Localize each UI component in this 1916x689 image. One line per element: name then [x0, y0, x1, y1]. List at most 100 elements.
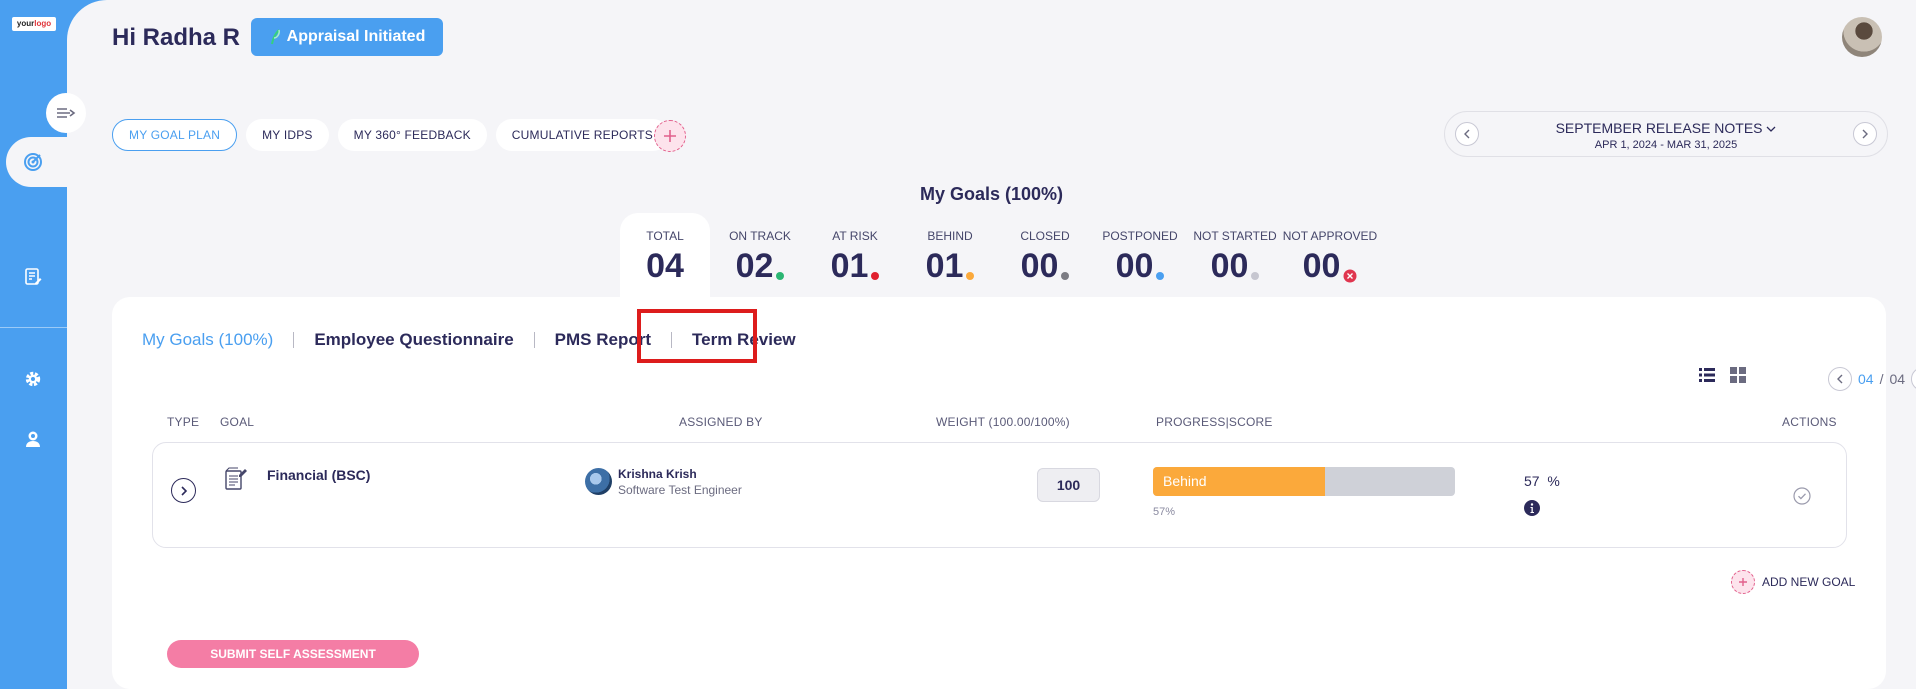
stat-on-track[interactable]: ON TRACK 02 — [710, 229, 810, 286]
chevron-right-icon — [1862, 129, 1868, 139]
column-header-assigned-by: ASSIGNED BY — [679, 415, 763, 429]
stat-postponed[interactable]: POSTPONED 00 — [1090, 229, 1190, 286]
goal-type-icon-wrap — [223, 467, 249, 496]
greeting: Hi Radha R — [112, 24, 241, 51]
stat-value: 00 — [1210, 247, 1249, 285]
stat-label: NOT APPROVED — [1282, 229, 1378, 243]
user-avatar[interactable] — [1842, 17, 1882, 57]
weight-value[interactable]: 100 — [1037, 468, 1100, 502]
collapse-menu-icon — [57, 108, 76, 118]
chevron-left-icon — [1837, 374, 1843, 384]
column-header-weight: WEIGHT (100.00/100%) — [936, 415, 1070, 429]
my-goals-heading: My Goals (100%) — [919, 184, 1064, 204]
stat-value: 01 — [830, 247, 869, 285]
status-dot — [1251, 272, 1260, 280]
goal-name[interactable]: Financial (BSC) — [267, 467, 370, 483]
add-tab-button[interactable] — [654, 120, 686, 152]
stat-total[interactable]: TOTAL 04 — [615, 229, 715, 286]
page-separator: / — [1879, 371, 1884, 387]
top-tabs: MY GOAL PLAN MY IDPS MY 360° FEEDBACK CU… — [112, 119, 669, 151]
release-notes-title[interactable]: SEPTEMBER RELEASE NOTES — [1445, 120, 1887, 136]
approve-action-button[interactable] — [1793, 487, 1811, 510]
sidebar-item-profile[interactable] — [22, 428, 44, 450]
score-unit: % — [1547, 473, 1560, 489]
assignee-name: Krishna Krish — [618, 467, 697, 481]
stat-value: 02 — [735, 247, 774, 285]
sidebar-toggle-button[interactable] — [46, 93, 86, 133]
progress-percent-label: 57% — [1153, 506, 1176, 518]
info-button[interactable] — [1524, 500, 1540, 521]
sidebar-item-settings[interactable] — [22, 368, 44, 390]
status-dot — [1061, 272, 1070, 280]
goal-document-icon — [225, 467, 247, 490]
chevron-down-icon — [1766, 126, 1776, 132]
stat-value: 04 — [646, 247, 684, 285]
progress-bar: Behind — [1153, 467, 1455, 496]
tab-separator — [533, 332, 535, 348]
appraisal-initiated-button[interactable]: Appraisal Initiated — [251, 18, 443, 56]
sidebar-item-goals[interactable] — [6, 137, 86, 187]
tab-cumulative-reports[interactable]: CUMULATIVE REPORTS — [495, 119, 669, 151]
info-icon — [1524, 500, 1540, 516]
page-next-button[interactable] — [1911, 367, 1916, 391]
column-header-progress: PROGRESS|SCORE — [1156, 415, 1273, 429]
sidebar-item-reviews[interactable] — [22, 266, 44, 288]
stat-value: 01 — [925, 247, 964, 285]
term-review-highlight — [637, 309, 757, 363]
close-circle-icon — [1343, 269, 1357, 283]
submit-self-assessment-button[interactable]: SUBMIT SELF ASSESSMENT — [167, 640, 419, 668]
tab-my-goal-plan[interactable]: MY GOAL PLAN — [112, 119, 238, 151]
tab-separator — [293, 332, 295, 348]
stat-at-risk[interactable]: AT RISK 01 — [805, 229, 905, 286]
leaf-icon — [270, 29, 280, 45]
stat-label: AT RISK — [832, 229, 878, 243]
status-dot — [1156, 272, 1165, 280]
release-notes-panel: SEPTEMBER RELEASE NOTES APR 1, 2024 - MA… — [1444, 111, 1888, 157]
stat-label: BEHIND — [927, 229, 973, 243]
add-new-goal-button[interactable]: ADD NEW GOAL — [1731, 570, 1855, 594]
list-view-button[interactable] — [1699, 367, 1715, 388]
tab-my-360-feedback[interactable]: MY 360° FEEDBACK — [337, 119, 487, 151]
main-content: Hi Radha R Appraisal Initiated MY GOAL P… — [67, 0, 1916, 689]
gear-icon — [25, 371, 41, 387]
grid-view-button[interactable] — [1730, 367, 1746, 388]
stat-label: CLOSED — [1020, 229, 1070, 243]
page-prev-button[interactable] — [1828, 367, 1852, 391]
edit-document-icon — [25, 268, 42, 285]
stat-label: TOTAL — [646, 229, 684, 243]
page-total: 04 — [1889, 371, 1906, 387]
table-row[interactable]: Financial (BSC) Krishna Krish Software T… — [152, 442, 1847, 548]
tab-my-idps[interactable]: MY IDPS — [246, 119, 329, 151]
check-circle-icon — [1793, 487, 1811, 505]
stat-not-started[interactable]: NOT STARTED 00 — [1185, 229, 1285, 286]
column-header-goal: GOAL — [220, 415, 255, 429]
page-current: 04 — [1858, 371, 1874, 387]
stat-label: POSTPONED — [1102, 229, 1178, 243]
column-header-actions: ACTIONS — [1782, 415, 1837, 429]
sidebar-divider — [0, 327, 67, 328]
progress-status: Behind — [1163, 473, 1207, 489]
stat-value: 00 — [1115, 247, 1154, 285]
stat-behind[interactable]: BEHIND 01 — [900, 229, 1000, 286]
stat-not-approved[interactable]: NOT APPROVED 00 — [1280, 229, 1380, 286]
stat-label: ON TRACK — [729, 229, 791, 243]
release-next-button[interactable] — [1853, 122, 1877, 146]
add-goal-circle — [1731, 570, 1755, 594]
plus-icon — [664, 130, 676, 142]
score-value: 57 % — [1524, 473, 1560, 489]
stat-closed[interactable]: CLOSED 00 — [995, 229, 1095, 286]
subtab-employee-questionnaire[interactable]: Employee Questionnaire — [314, 330, 513, 350]
release-notes-dates: APR 1, 2024 - MAR 31, 2025 — [1594, 139, 1738, 151]
user-icon — [26, 431, 40, 447]
company-logo[interactable]: yourlogo — [12, 17, 56, 31]
expand-row-button[interactable] — [171, 478, 196, 503]
list-view-icon — [1699, 368, 1715, 382]
grid-view-icon — [1730, 367, 1746, 383]
stat-label: NOT STARTED — [1193, 229, 1277, 243]
assignee-role: Software Test Engineer — [618, 483, 742, 497]
subtab-my-goals[interactable]: My Goals (100%) — [142, 330, 273, 350]
add-goal-label: ADD NEW GOAL — [1762, 575, 1856, 589]
chevron-right-icon — [180, 485, 187, 496]
appraisal-button-label: Appraisal Initiated — [286, 28, 426, 45]
pagination: 04 / 04 — [1828, 367, 1916, 391]
